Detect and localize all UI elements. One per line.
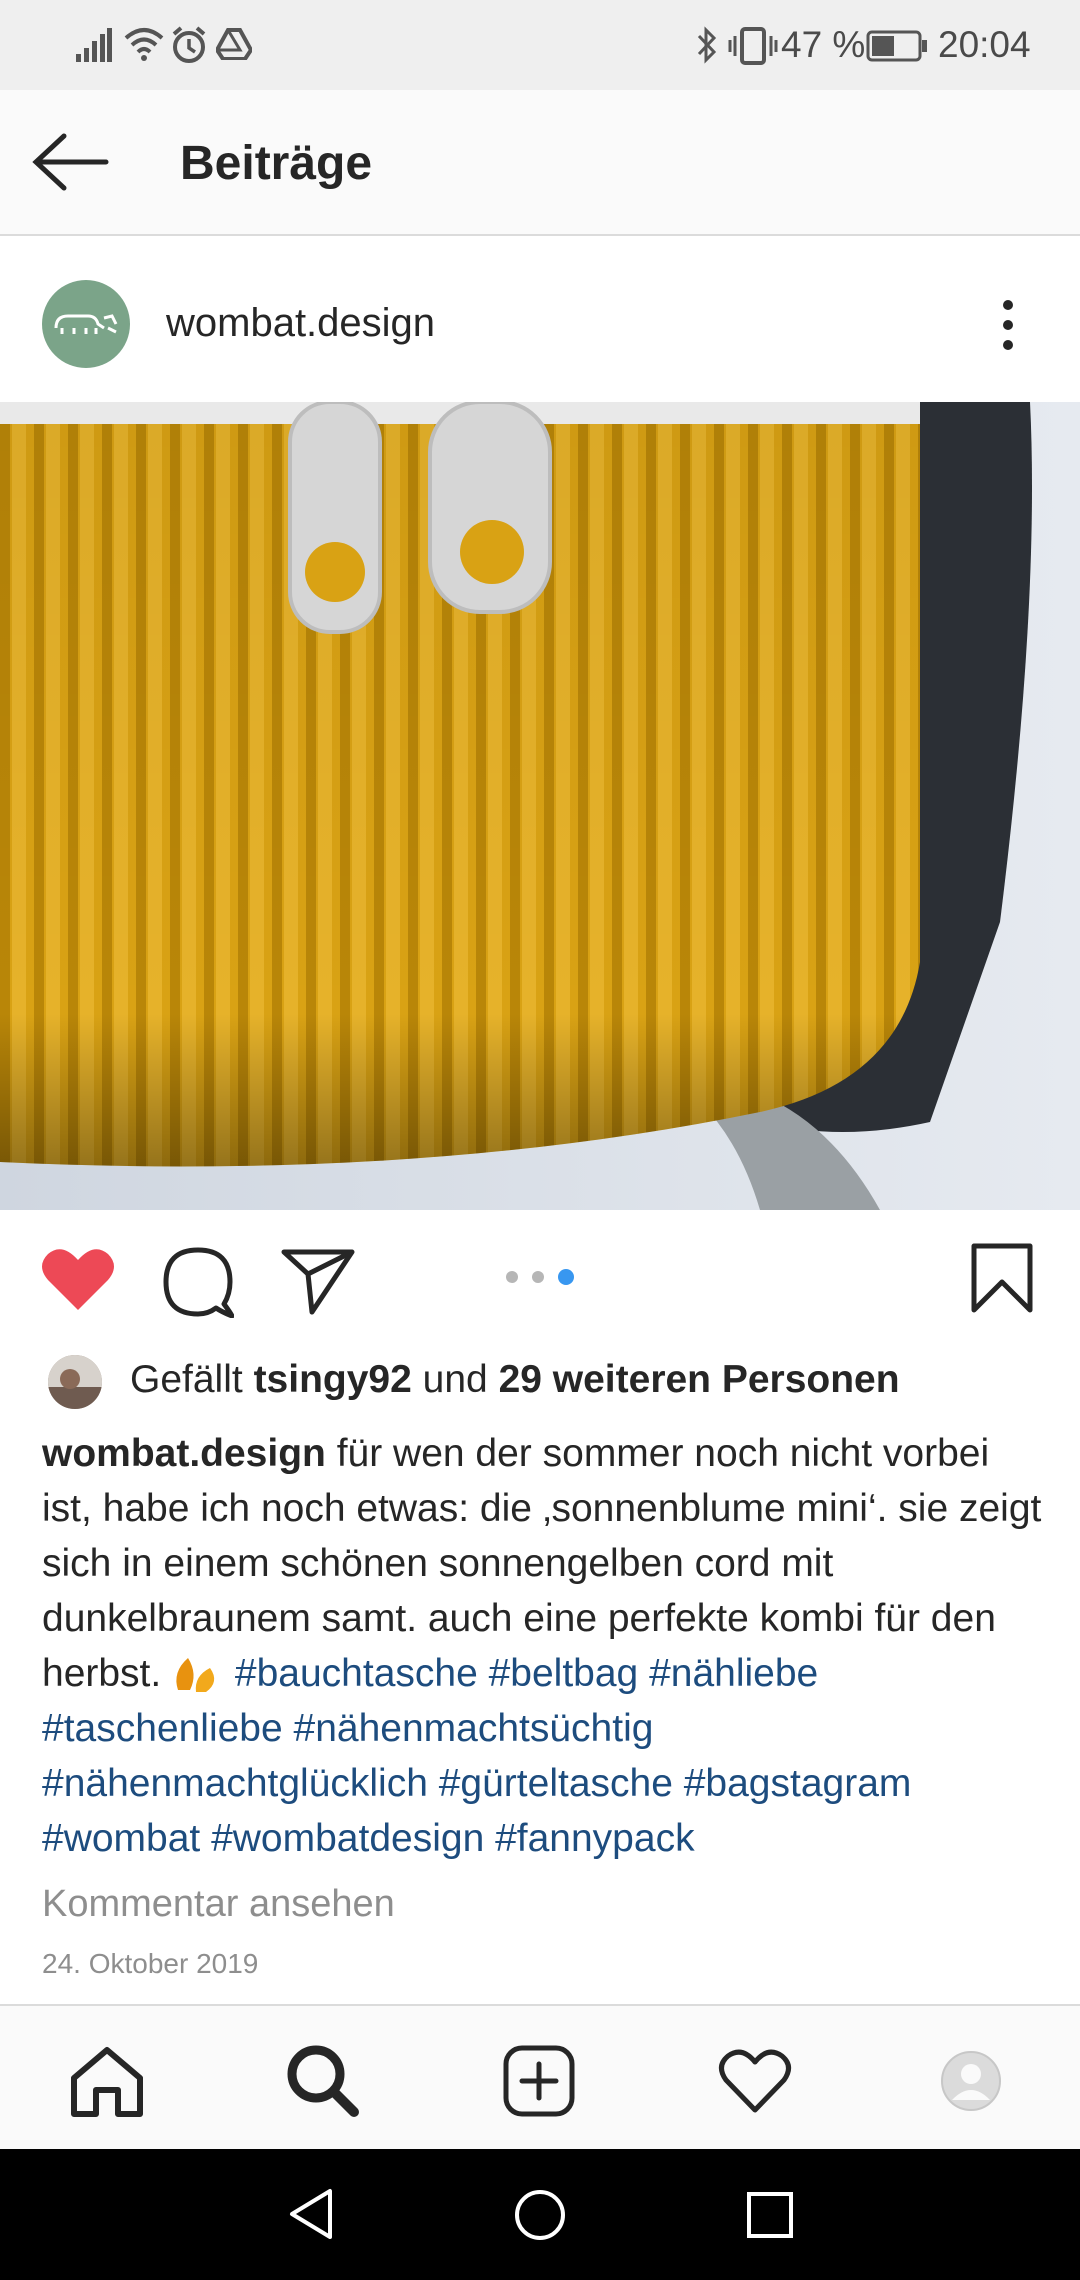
signal-icon <box>76 28 112 62</box>
comment-icon[interactable] <box>162 1246 234 1318</box>
profile-avatar-icon[interactable] <box>940 2050 1002 2112</box>
wombat-logo-icon <box>54 314 118 334</box>
view-comments-link[interactable]: Kommentar ansehen <box>42 1883 395 1926</box>
likes-summary[interactable]: Gefällt tsingy92 und 29 weiteren Persone… <box>130 1358 900 1402</box>
liker-avatar[interactable] <box>48 1355 102 1409</box>
back-arrow-icon[interactable] <box>30 130 110 194</box>
bluetooth-icon <box>697 26 717 64</box>
system-navigation-bar <box>0 2149 1080 2280</box>
caption-username[interactable]: wombat.design <box>42 1432 326 1475</box>
battery-icon <box>866 30 927 62</box>
clock: 20:04 <box>938 24 1031 65</box>
page-title: Beiträge <box>180 137 373 190</box>
liker-photo <box>48 1355 102 1409</box>
likes-and: und <box>422 1358 488 1401</box>
more-options-icon[interactable] <box>998 297 1018 353</box>
post-author-avatar[interactable] <box>42 280 130 368</box>
app-header: Beiträge <box>0 90 1080 236</box>
like-heart-icon[interactable] <box>40 1246 116 1312</box>
new-post-icon[interactable] <box>502 2044 576 2118</box>
post-date: 24. Oktober 2019 <box>42 1948 259 1979</box>
corduroy-bag-photo <box>0 402 1080 1210</box>
post-caption: wombat.design für wen der sommer noch ni… <box>42 1426 1042 1866</box>
share-direct-icon[interactable] <box>280 1246 356 1316</box>
activity-heart-icon[interactable] <box>718 2048 792 2114</box>
post-photo[interactable] <box>0 402 1080 1210</box>
vibrate-icon <box>728 27 778 65</box>
nav-home-icon[interactable] <box>514 2189 566 2241</box>
bottom-tab-bar <box>0 2004 1080 2151</box>
status-bar: 47 % 20:04 <box>0 0 1080 90</box>
post-username[interactable]: wombat.design <box>166 301 435 346</box>
drive-icon <box>216 28 252 60</box>
carousel-dot-2 <box>532 1271 544 1283</box>
alarm-icon <box>172 26 206 63</box>
bookmark-icon[interactable] <box>970 1242 1034 1314</box>
likes-prefix: Gefällt <box>130 1358 243 1401</box>
carousel-dot-active <box>558 1269 574 1285</box>
nav-recents-icon[interactable] <box>746 2191 794 2239</box>
search-icon[interactable] <box>284 2042 360 2118</box>
carousel-dot-1 <box>506 1271 518 1283</box>
likes-others[interactable]: 29 weiteren Personen <box>499 1358 900 1401</box>
liker-username[interactable]: tsingy92 <box>254 1358 412 1401</box>
leaves-emoji-icon <box>176 1658 215 1692</box>
wifi-icon <box>124 28 164 61</box>
nav-back-icon[interactable] <box>286 2187 336 2241</box>
home-icon[interactable] <box>68 2044 146 2118</box>
battery-percent: 47 % <box>781 24 866 65</box>
